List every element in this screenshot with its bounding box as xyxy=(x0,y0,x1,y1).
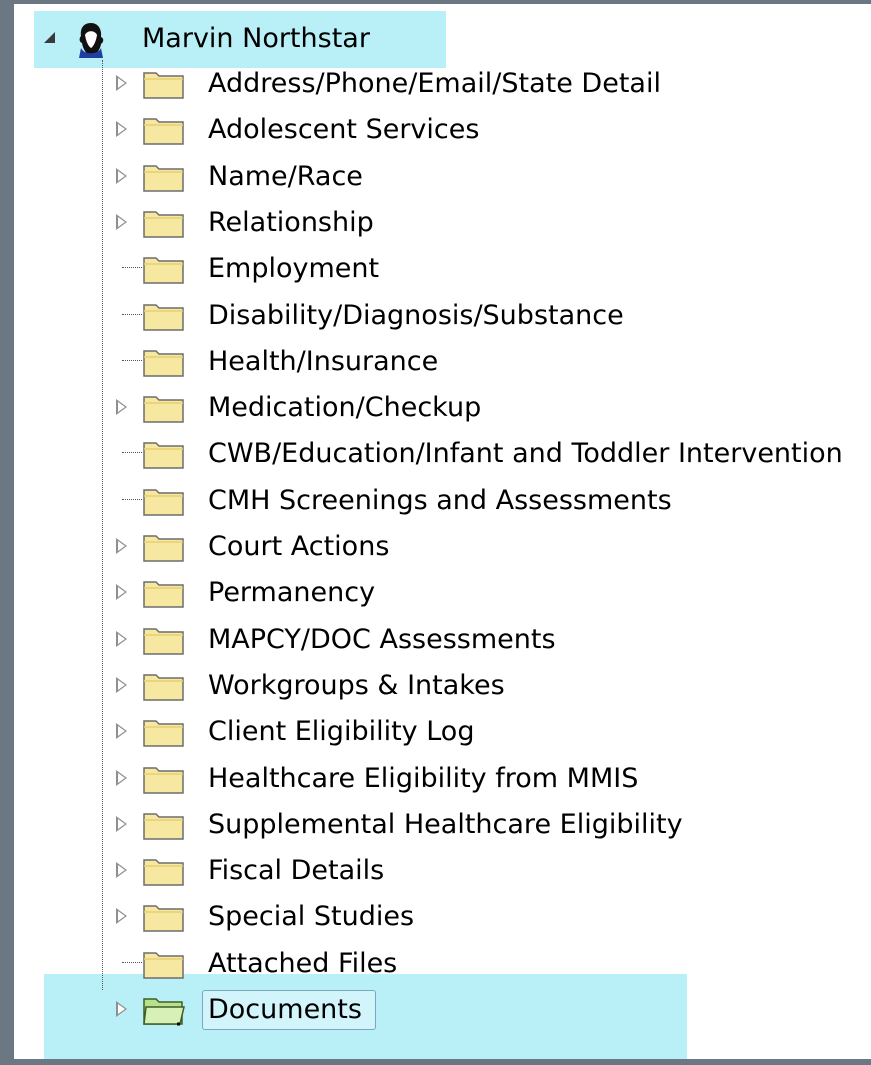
tree-item-label: Relationship xyxy=(208,206,374,238)
expand-triangle-icon[interactable] xyxy=(116,75,127,91)
tree-item[interactable]: MAPCY/DOC Assessments xyxy=(116,617,856,663)
folder-icon xyxy=(142,206,186,240)
folder-icon xyxy=(142,484,186,518)
tree-item[interactable]: Employment xyxy=(116,246,856,292)
tree-item-label: Special Studies xyxy=(208,901,415,933)
tree-item-label: Permanency xyxy=(208,577,376,609)
open-folder-icon xyxy=(142,993,186,1027)
tree-item[interactable]: Fiscal Details xyxy=(116,848,856,894)
tree-connector-line xyxy=(122,313,142,315)
tree-item-label: Healthcare Eligibility from MMIS xyxy=(208,762,639,794)
folder-icon xyxy=(142,437,186,471)
tree-item[interactable]: Address/Phone/Email/State Detail xyxy=(116,61,856,107)
tree-item[interactable]: Name/Race xyxy=(116,154,856,200)
tree-item-label: Health/Insurance xyxy=(208,345,439,377)
expand-triangle-icon[interactable] xyxy=(116,815,127,832)
window-frame: Marvin Northstar Address/Phone/Email/Sta… xyxy=(0,0,871,1065)
tree-item[interactable]: Health/Insurance xyxy=(116,339,856,385)
tree-item-label: MAPCY/DOC Assessments xyxy=(208,623,556,655)
tree-connector-line xyxy=(122,498,142,500)
folder-icon xyxy=(142,345,186,379)
person-icon xyxy=(79,23,104,58)
tree-item-label: Client Eligibility Log xyxy=(208,716,475,748)
tree-item[interactable]: CMH Screenings and Assessments xyxy=(116,478,856,524)
tree-item[interactable]: Medication/Checkup xyxy=(116,385,856,431)
tree-panel: Marvin Northstar Address/Phone/Email/Sta… xyxy=(14,4,871,1059)
tree-item-label: Fiscal Details xyxy=(208,855,385,887)
folder-icon xyxy=(142,669,186,703)
folder-icon xyxy=(142,854,186,888)
tree-item-label: Workgroups & Intakes xyxy=(208,669,505,701)
folder-icon xyxy=(142,530,186,564)
tree-item-label: Court Actions xyxy=(208,531,390,562)
tree-item[interactable]: Disability/Diagnosis/Substance xyxy=(116,293,856,339)
collapse-triangle-icon[interactable] xyxy=(44,32,55,43)
tree-item[interactable]: Adolescent Services xyxy=(116,107,856,153)
expand-triangle-icon[interactable] xyxy=(116,121,127,138)
folder-icon xyxy=(142,762,186,796)
root-label: Marvin Northstar xyxy=(142,23,370,54)
folder-icon xyxy=(142,900,186,934)
tree-item[interactable]: CWB/Education/Infant and Toddler Interve… xyxy=(116,431,856,477)
folder-icon xyxy=(142,160,186,194)
folder-icon xyxy=(142,67,186,101)
tree-item-label: Disability/Diagnosis/Substance xyxy=(208,299,624,331)
expand-triangle-icon[interactable] xyxy=(116,630,127,647)
tree-item-label: Employment xyxy=(208,253,380,285)
tree-connector-line xyxy=(122,961,142,963)
tree-item[interactable]: Court Actions xyxy=(116,524,856,570)
tree-connector-line xyxy=(122,452,142,454)
tree-item-label: Name/Race xyxy=(208,160,363,192)
expand-triangle-icon[interactable] xyxy=(116,676,127,693)
tree-item[interactable]: Supplemental Healthcare Eligibility xyxy=(116,802,856,848)
folder-icon xyxy=(142,947,186,981)
expand-triangle-icon[interactable] xyxy=(116,723,127,740)
expand-triangle-icon[interactable] xyxy=(116,862,127,879)
tree-item[interactable]: Special Studies xyxy=(116,894,856,940)
expand-triangle-icon[interactable] xyxy=(116,1001,127,1017)
tree-item[interactable]: Permanency xyxy=(116,570,856,616)
expand-triangle-icon[interactable] xyxy=(116,908,127,925)
tree-item-label: Attached Files xyxy=(208,947,398,979)
tree-item-label: Adolescent Services xyxy=(208,114,480,146)
tree-item[interactable]: Client Eligibility Log xyxy=(116,709,856,755)
tree-item[interactable]: Attached Files xyxy=(116,941,856,987)
tree-item-label: Address/Phone/Email/State Detail xyxy=(208,68,661,99)
folder-icon xyxy=(142,113,186,147)
tree-item-label: CMH Screenings and Assessments xyxy=(208,484,672,516)
folder-icon xyxy=(142,808,186,842)
folder-icon xyxy=(142,391,186,425)
folder-icon xyxy=(142,299,186,333)
expand-triangle-icon[interactable] xyxy=(116,584,127,601)
expand-triangle-icon[interactable] xyxy=(116,399,127,416)
tree-connector-line xyxy=(122,267,142,269)
tree-item-label: Documents xyxy=(208,994,362,1025)
tree-item[interactable]: Relationship xyxy=(116,200,856,246)
tree-item-label: Medication/Checkup xyxy=(208,392,482,424)
folder-icon xyxy=(142,252,186,286)
tree-item[interactable]: Workgroups & Intakes xyxy=(116,663,856,709)
tree-item-label: Supplemental Healthcare Eligibility xyxy=(208,808,683,840)
expand-triangle-icon[interactable] xyxy=(116,769,127,786)
expand-triangle-icon[interactable] xyxy=(116,213,127,230)
expand-triangle-icon[interactable] xyxy=(116,538,127,554)
client-tree: Marvin Northstar Address/Phone/Email/Sta… xyxy=(14,4,871,1059)
tree-item-label: CWB/Education/Infant and Toddler Interve… xyxy=(208,438,843,470)
folder-icon xyxy=(142,715,186,749)
tree-guide-line xyxy=(102,60,103,990)
tree-item[interactable]: Healthcare Eligibility from MMIS xyxy=(116,756,856,802)
folder-icon xyxy=(142,623,186,657)
tree-connector-line xyxy=(122,359,142,361)
expand-triangle-icon[interactable] xyxy=(116,167,127,184)
tree-item[interactable]: Documents xyxy=(116,987,856,1033)
folder-icon xyxy=(142,576,186,610)
